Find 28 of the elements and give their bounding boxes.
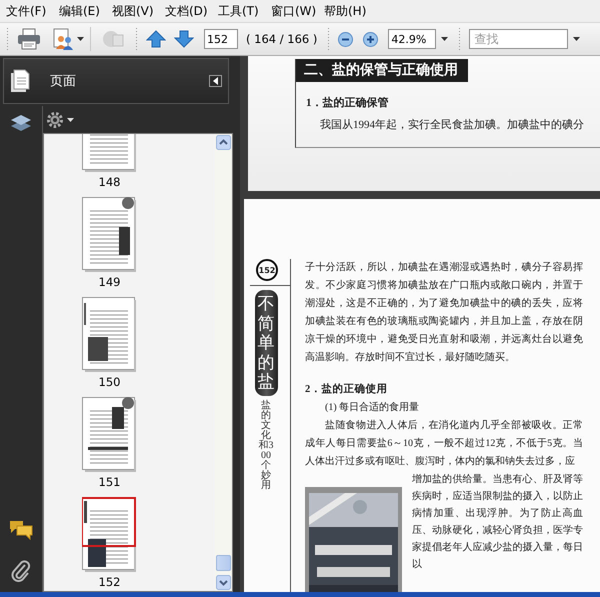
section-heading: 2．盐的正确使用 xyxy=(305,382,388,397)
page-number-label: 148 xyxy=(98,175,120,189)
menu-item[interactable]: 工具(T) xyxy=(214,0,267,22)
body-paragraph: 子十分活跃，所以，加碘盐在遇潮湿或遇热时，碘分子容易挥发。不少家庭习惯将加碘盐放在广口瓶内或敞口碗内，并置于潮湿处，这是不正确的，为了避免加碘盐中的碘的丢失，应将加碘盐装在有色的玻璃瓶或陶瓷罐内，并且加上盖，存放在阴凉干燥的环境中，避免受日光直射和吸潮，并远离灶台以避免高温影响。存放时间不宜过长，最好随吃随买。 xyxy=(305,260,583,365)
menu-item[interactable]: 视图(V) xyxy=(108,0,161,22)
menu-item[interactable]: 编辑(E) xyxy=(55,0,108,22)
subsection-heading: 1．盐的正确保管 xyxy=(306,96,390,110)
page-number-label: 151 xyxy=(98,475,120,489)
body-paragraph: 盐随食物进入人体后，在消化道内几乎全部被吸收。正常成年人每日需要盐6～10克，一般不超过12克，不低于5克。当人体出汗过多或有呕吐、腹泻时，体内的氯和钠失去过多，应 xyxy=(305,418,583,469)
panel-title: 页面 xyxy=(50,73,77,90)
page-number-label: 150 xyxy=(98,375,120,389)
body-paragraph: 我国从1994年起，实行全民食盐加碘。加碘盐中的碘分 xyxy=(320,118,585,132)
page-number-label: 149 xyxy=(98,275,120,289)
subsection-heading: (1) 每日合适的食用量 xyxy=(324,400,420,415)
page-number-field[interactable]: 152 xyxy=(204,29,238,49)
menu-item[interactable]: 文档(D) xyxy=(161,0,214,22)
body-paragraph: 增加盐的供给量。当患有心、肝及肾等疾病时，应适当限制盐的摄入，以防止病情加重、出现浮肿。为了防止高血压、动脉硬化，减轻心肾负担，医学专家提倡老年人应减少盐的摄入量，每日以 xyxy=(412,472,583,572)
side-subtitle: 盐的文化和300个妙用 xyxy=(258,400,274,491)
side-title: 不简单的盐 xyxy=(254,290,278,396)
page-number-badge: 152 xyxy=(256,259,278,281)
search-field[interactable]: 查找 xyxy=(469,29,568,49)
section-title: 二、盐的保管与正确使用 xyxy=(296,59,468,82)
menu-item[interactable]: 帮助(H) xyxy=(320,0,373,22)
page-count: ( 164 / 166 ) xyxy=(246,32,318,46)
menu-item[interactable]: 窗口(W) xyxy=(267,0,320,22)
page-number-label: 152 xyxy=(98,575,120,589)
zoom-field[interactable]: 42.9% xyxy=(388,29,436,49)
menu-item[interactable]: 文件(F) xyxy=(2,0,55,22)
